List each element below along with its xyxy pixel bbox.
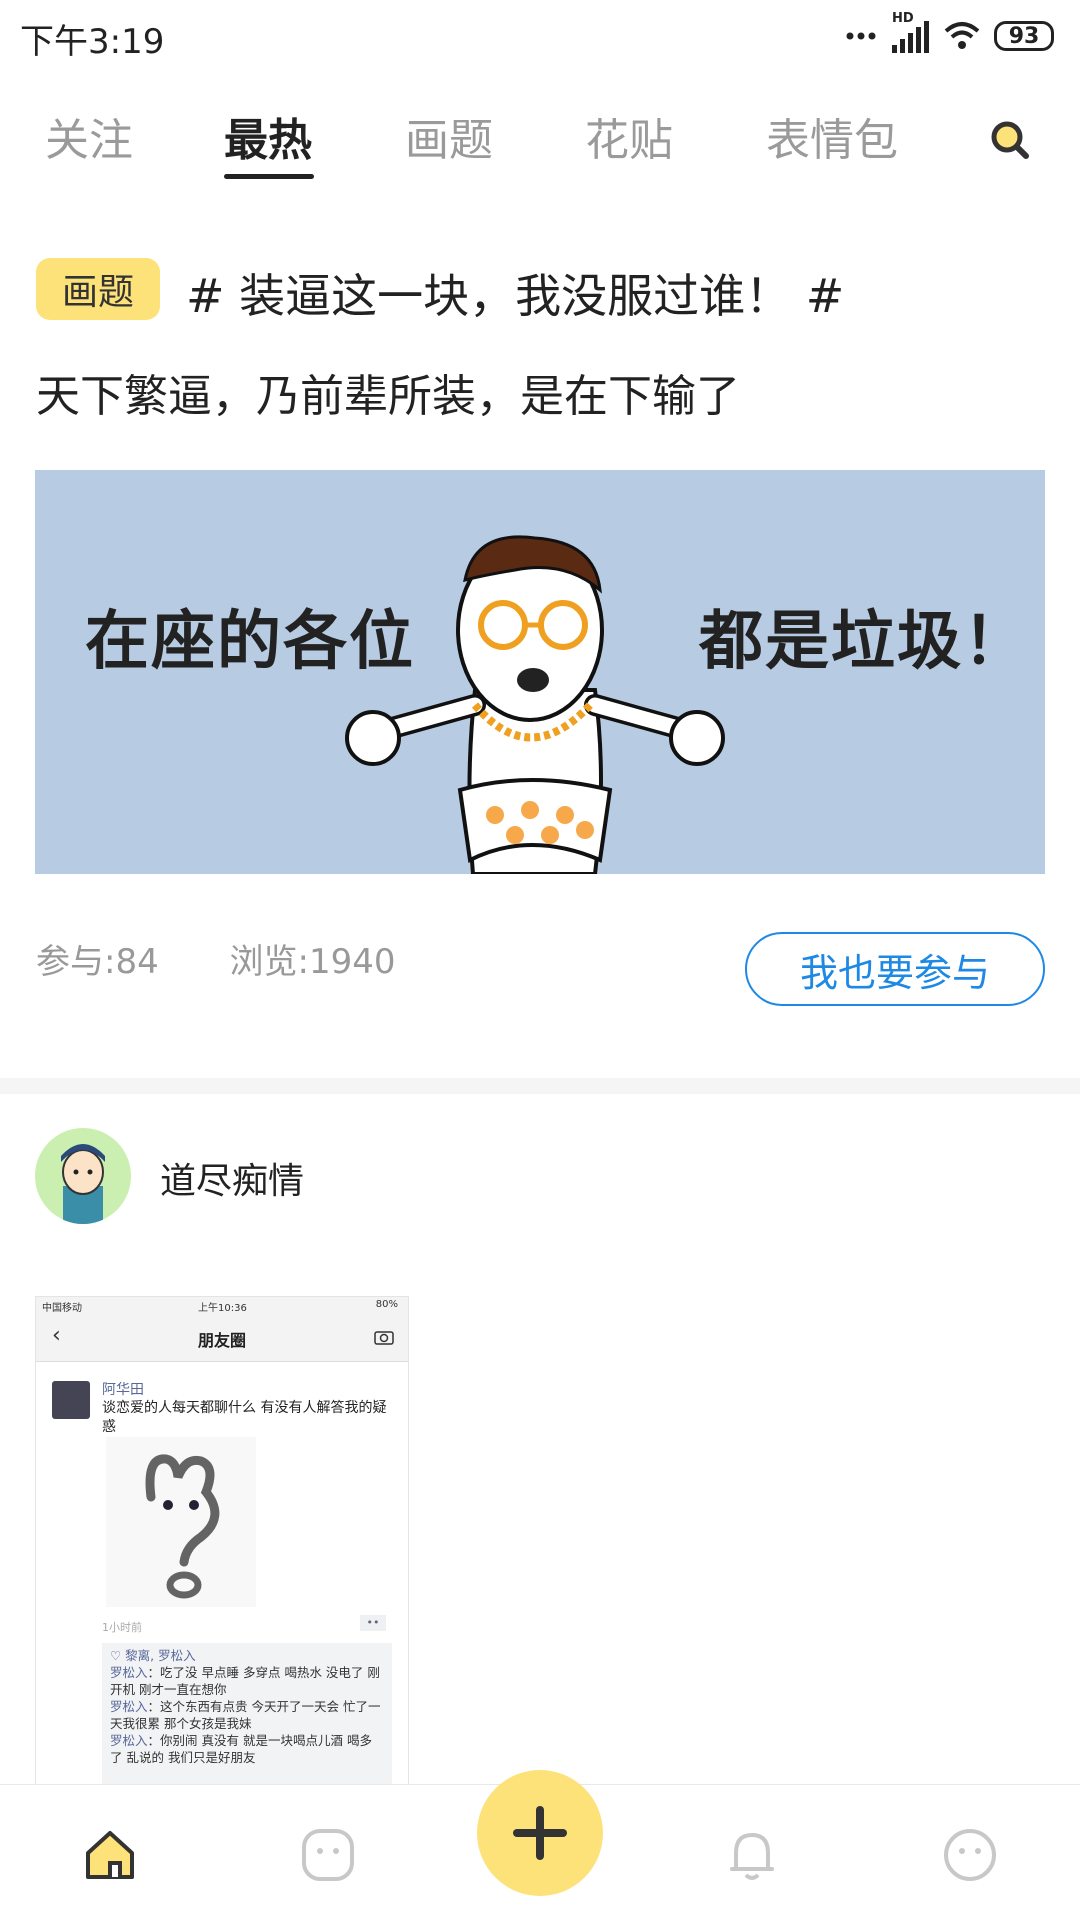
embedded-comment: 罗松入：这个东西有点贵 今天开了一天会 忙了一天我很累 那个女孩是我妹 (110, 1699, 381, 1731)
topic-stats: 参与:84 浏览:1940 (36, 934, 456, 983)
profile-icon[interactable] (940, 1825, 1000, 1885)
meme-character-illustration (345, 535, 725, 874)
participants-count: 参与:84 (36, 942, 159, 982)
post-image[interactable]: 中国移动 上午10:36 80% ‹ 朋友圈 阿华田 谈恋爱的人每天都聊什么 有… (35, 1296, 409, 1788)
wifi-icon (944, 22, 980, 49)
user-avatar[interactable] (35, 1128, 131, 1224)
avatar-illustration (61, 1144, 105, 1224)
embedded-status-bar: 中国移动 上午10:36 80% (36, 1297, 408, 1315)
embedded-nav-bar: ‹ 朋友圈 (36, 1315, 408, 1362)
network-type: HD (892, 11, 914, 26)
category-icon[interactable] (298, 1825, 358, 1885)
active-tab-indicator (224, 174, 314, 179)
embedded-comments: ♡ 黎离, 罗松入 罗松入：吃了没 早点睡 多穿点 喝热水 没电了 刚开机 刚才… (102, 1643, 392, 1787)
embedded-time: 上午10:36 (198, 1303, 247, 1314)
tab-flower-posts[interactable]: 花贴 (585, 104, 673, 168)
post-username[interactable]: 道尽痴情 (160, 1152, 304, 1204)
top-tab-bar: 关注 最热 画题 花贴 表情包 (0, 104, 1080, 184)
search-icon[interactable] (988, 118, 1032, 162)
embedded-title: 朋友圈 (197, 1331, 246, 1350)
create-post-button[interactable] (477, 1770, 603, 1896)
tab-hot[interactable]: 最热 (224, 104, 312, 168)
tab-stickers[interactable]: 表情包 (766, 104, 898, 168)
embedded-more-icon: •• (360, 1615, 386, 1631)
bell-icon[interactable] (722, 1825, 782, 1885)
topic-banner-image[interactable]: 在座的各位 都是垃圾！ (35, 470, 1045, 874)
more-dots-icon (846, 32, 876, 40)
topic-category-badge: 画题 (36, 258, 160, 320)
battery-indicator: 93 (994, 21, 1054, 51)
tab-follow[interactable]: 关注 (45, 104, 133, 168)
views-count: 浏览:1940 (229, 942, 396, 982)
status-time: 下午3:19 (20, 22, 165, 62)
embedded-text: 谈恋爱的人每天都聊什么 有没有人解答我的疑惑 (102, 1400, 387, 1435)
embedded-comment: 罗松入：吃了没 早点睡 多穿点 喝热水 没电了 刚开机 刚才一直在想你 (110, 1665, 380, 1697)
signal-icon: HD (890, 11, 930, 55)
topic-title[interactable]: # 装逼这一块，我没服过谁！ # (186, 260, 844, 326)
plus-icon (513, 1806, 567, 1860)
embedded-author: 阿华田 (102, 1382, 144, 1398)
status-icons: HD 93 (846, 11, 1054, 58)
embedded-likes: ♡ 黎离, 罗松入 (110, 1648, 196, 1663)
embedded-carrier: 中国移动 (42, 1303, 82, 1314)
embedded-comment: 罗松入：你别闹 真没有 就是一块喝点儿酒 喝多了 乱说的 我们只是好朋友 (110, 1733, 372, 1765)
embedded-camera-icon (374, 1331, 394, 1345)
section-divider (0, 1078, 1080, 1094)
banner-right-text: 都是垃圾！ (699, 604, 1029, 679)
topic-subtitle: 天下繁逼，乃前辈所装，是在下输了 (36, 371, 740, 422)
question-rabbit-sticker (106, 1437, 256, 1607)
embedded-post-time: 1小时前 (102, 1621, 142, 1634)
embedded-battery: 80% (375, 1299, 398, 1310)
home-icon[interactable] (80, 1825, 140, 1885)
join-topic-button[interactable]: 我也要参与 (745, 932, 1045, 1006)
embedded-avatar (52, 1381, 90, 1419)
tab-drawing-topic[interactable]: 画题 (405, 104, 493, 168)
